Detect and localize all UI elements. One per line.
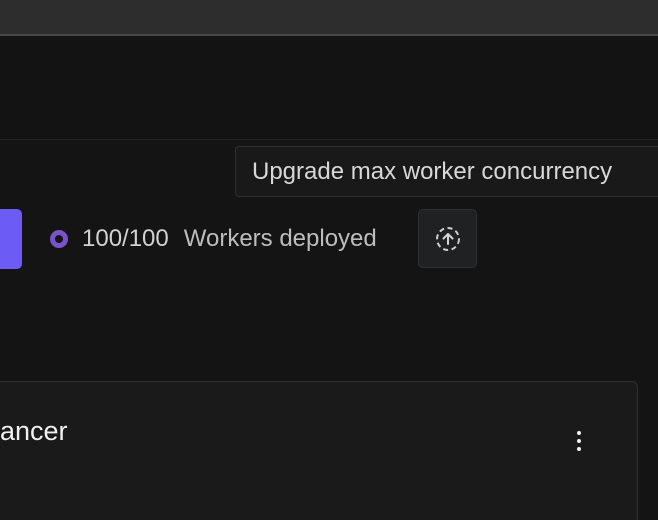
worker-count: 100/100 xyxy=(82,225,169,252)
ring-icon xyxy=(50,230,68,248)
upgrade-concurrency-button[interactable] xyxy=(418,209,477,268)
card-title: ancer xyxy=(0,416,68,446)
workers-deployed-label: Workers deployed xyxy=(183,225,377,252)
kebab-dot xyxy=(577,431,581,435)
more-vertical-icon[interactable] xyxy=(566,424,592,458)
tooltip-text: Upgrade max worker concurrency xyxy=(252,157,613,185)
worker-status: 100/100 Workers deployed xyxy=(50,209,377,269)
app-root: Upgrade max worker concurrency 100/100 W… xyxy=(0,0,658,520)
top-bar xyxy=(0,0,658,36)
kebab-dot xyxy=(577,439,581,443)
header-area xyxy=(0,36,658,140)
primary-action-button[interactable] xyxy=(0,209,22,269)
upgrade-tooltip: Upgrade max worker concurrency xyxy=(235,146,658,197)
kebab-dot xyxy=(577,447,581,451)
worker-card xyxy=(0,381,638,520)
upgrade-arrow-icon xyxy=(435,226,460,251)
